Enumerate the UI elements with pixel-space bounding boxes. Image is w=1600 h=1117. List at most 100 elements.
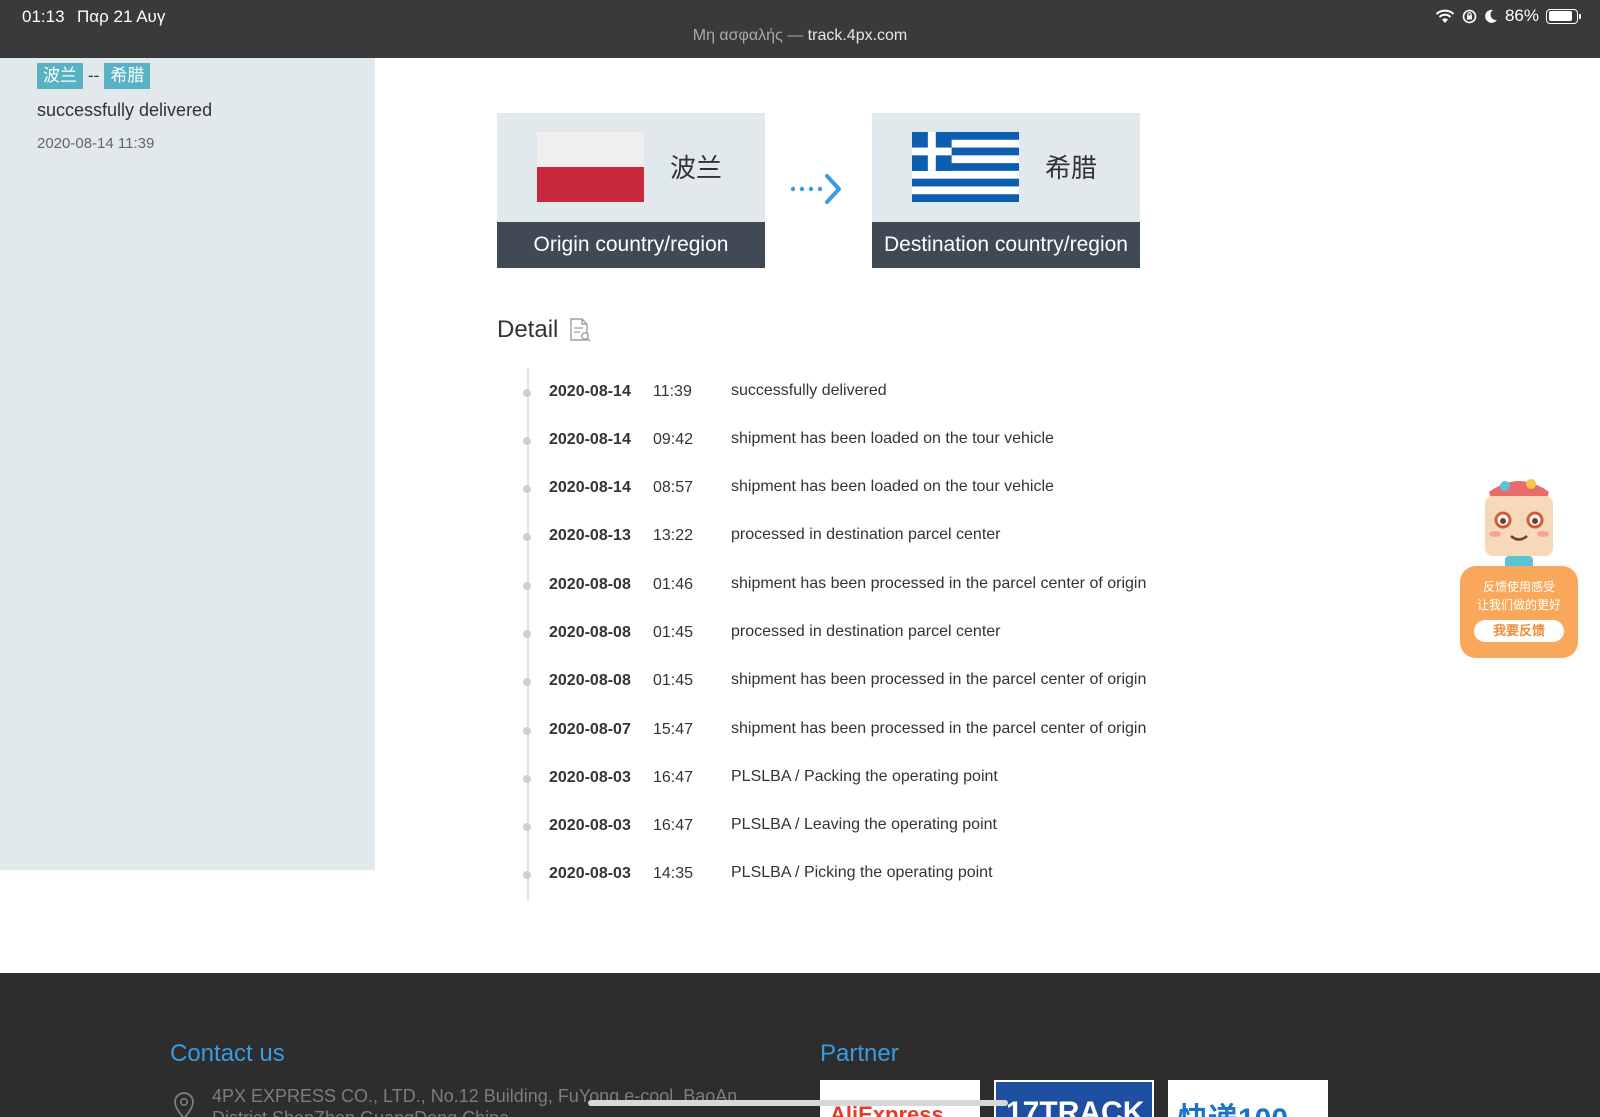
footer: Contact us 4PX EXPRESS CO., LTD., No.12 … (0, 973, 1600, 1117)
moon-icon (1485, 9, 1497, 23)
detail-heading: Detail (497, 316, 592, 344)
route-summary: 波兰 -- 希腊 (37, 63, 151, 89)
timeline-dot (523, 775, 531, 783)
feedback-line-1: 反馈使用感受 (1482, 580, 1555, 594)
event-description: successfully delivered (731, 382, 887, 399)
event-time: 13:22 (653, 527, 694, 544)
event-description: PLSLBA / Packing the operating point (731, 768, 998, 785)
origin-caption: Origin country/region (497, 222, 765, 268)
event-date: 2020-08-14 (549, 383, 631, 400)
event-time: 09:42 (653, 431, 694, 448)
event-date: 2020-08-03 (549, 769, 631, 786)
greece-flag-icon (912, 132, 1019, 202)
event-description: processed in destination parcel center (731, 526, 1001, 543)
battery-icon (1546, 8, 1581, 24)
event-row: 2020-08-07 15:47 shipment has been proce… (0, 718, 1200, 742)
contact-title: Contact us (170, 1040, 285, 1067)
destination-caption: Destination country/region (872, 222, 1140, 268)
clock: 01:13 (22, 7, 65, 26)
partner-logo-kuaidi100[interactable]: 快递100 (1168, 1080, 1328, 1117)
event-time: 11:39 (653, 383, 692, 400)
destination-card: 希腊 Destination country/region (872, 113, 1140, 268)
location-pin-icon (174, 1092, 194, 1117)
timeline-dot (523, 533, 531, 541)
wifi-icon (1435, 9, 1455, 23)
destination-tag: 希腊 (104, 63, 151, 89)
event-date: 2020-08-14 (549, 431, 631, 448)
event-time: 15:47 (653, 721, 694, 738)
timeline-dot (523, 727, 531, 735)
event-time: 08:57 (653, 479, 694, 496)
event-row: 2020-08-03 16:47 PLSLBA / Packing the op… (0, 766, 1200, 790)
origin-tag: 波兰 (37, 63, 83, 89)
event-description: processed in destination parcel center (731, 623, 1001, 640)
event-row: 2020-08-14 08:57 shipment has been loade… (0, 476, 1200, 500)
event-description: shipment has been processed in the parce… (731, 575, 1147, 592)
event-time: 01:45 (653, 672, 694, 689)
partner-logo-aliexpress[interactable]: AliExpress (820, 1080, 980, 1117)
event-row: 2020-08-08 01:45 processed in destinatio… (0, 621, 1200, 645)
route-separator: -- (88, 66, 100, 85)
event-date: 2020-08-08 (549, 576, 631, 593)
battery-percent: 86% (1504, 6, 1539, 25)
feedback-widget[interactable]: 反馈使用感受 让我们做的更好 我要反馈 (1457, 474, 1581, 660)
partner-logo-17track[interactable]: 17TRACK (994, 1080, 1154, 1117)
timeline-dot (523, 582, 531, 590)
timeline-dot (523, 823, 531, 831)
partner-title: Partner (820, 1040, 899, 1067)
status-bar: 01:13 Παρ 21 Αυγ Μη ασφαλής — track.4px.… (0, 0, 1600, 58)
timeline-dot (523, 485, 531, 493)
timeline-dot (523, 630, 531, 638)
timeline-dot (523, 678, 531, 686)
event-row: 2020-08-03 14:35 PLSLBA / Picking the op… (0, 862, 1200, 886)
event-description: shipment has been processed in the parce… (731, 720, 1147, 737)
event-row: 2020-08-08 01:46 shipment has been proce… (0, 573, 1200, 597)
address-bar[interactable]: Μη ασφαλής — track.4px.com (0, 27, 1600, 45)
event-date: 2020-08-07 (549, 721, 631, 738)
url-domain: track.4px.com (807, 27, 908, 44)
event-time: 01:46 (653, 576, 694, 593)
event-date: 2020-08-03 (549, 865, 631, 882)
origin-name: 波兰 (670, 153, 723, 183)
timeline-dot (523, 437, 531, 445)
home-indicator[interactable] (588, 1100, 1008, 1106)
event-date: 2020-08-14 (549, 479, 631, 496)
feedback-button[interactable]: 我要反馈 (1474, 620, 1564, 642)
poland-flag-icon (537, 132, 644, 202)
mascot-icon (1485, 479, 1553, 570)
destination-name: 希腊 (1045, 153, 1098, 183)
event-row: 2020-08-14 09:42 shipment has been loade… (0, 428, 1200, 452)
event-description: shipment has been loaded on the tour veh… (731, 430, 1054, 447)
event-time: 14:35 (653, 865, 694, 882)
shipment-timestamp: 2020-08-14 11:39 (37, 135, 155, 152)
event-date: 2020-08-13 (549, 527, 631, 544)
timeline-dot (523, 871, 531, 879)
event-time: 01:45 (653, 624, 694, 641)
origin-card: 波兰 Origin country/region (497, 113, 765, 268)
insecure-label: Μη ασφαλής — (692, 27, 804, 44)
feedback-line-2: 让我们做的更好 (1476, 598, 1561, 612)
orientation-lock-icon (1462, 9, 1477, 23)
event-time: 16:47 (653, 817, 694, 834)
event-description: shipment has been loaded on the tour veh… (731, 478, 1054, 495)
sidebar: 波兰 -- 希腊 successfully delivered 2020-08-… (0, 58, 375, 870)
detail-title: Detail (497, 316, 559, 343)
event-row: 2020-08-13 13:22 processed in destinatio… (0, 524, 1200, 548)
feedback-bubble[interactable]: 反馈使用感受 让我们做的更好 我要反馈 (1460, 566, 1578, 658)
event-date: 2020-08-03 (549, 817, 631, 834)
event-row: 2020-08-03 16:47 PLSLBA / Leaving the op… (0, 814, 1200, 838)
document-search-icon[interactable] (568, 317, 592, 343)
route-arrow-icon (790, 174, 841, 204)
event-date: 2020-08-08 (549, 624, 631, 641)
event-description: shipment has been processed in the parce… (731, 671, 1147, 688)
event-description: PLSLBA / Leaving the operating point (731, 816, 997, 833)
event-row: 2020-08-14 11:39 successfully delivered (0, 380, 1200, 404)
event-row: 2020-08-08 01:45 shipment has been proce… (0, 669, 1200, 693)
status-icons: 86% (1435, 6, 1581, 26)
shipment-status: successfully delivered (37, 100, 213, 120)
event-description: PLSLBA / Picking the operating point (731, 864, 993, 881)
event-date: 2020-08-08 (549, 672, 631, 689)
date: Παρ 21 Αυγ (77, 7, 166, 26)
event-time: 16:47 (653, 769, 694, 786)
timeline-dot (523, 389, 531, 397)
